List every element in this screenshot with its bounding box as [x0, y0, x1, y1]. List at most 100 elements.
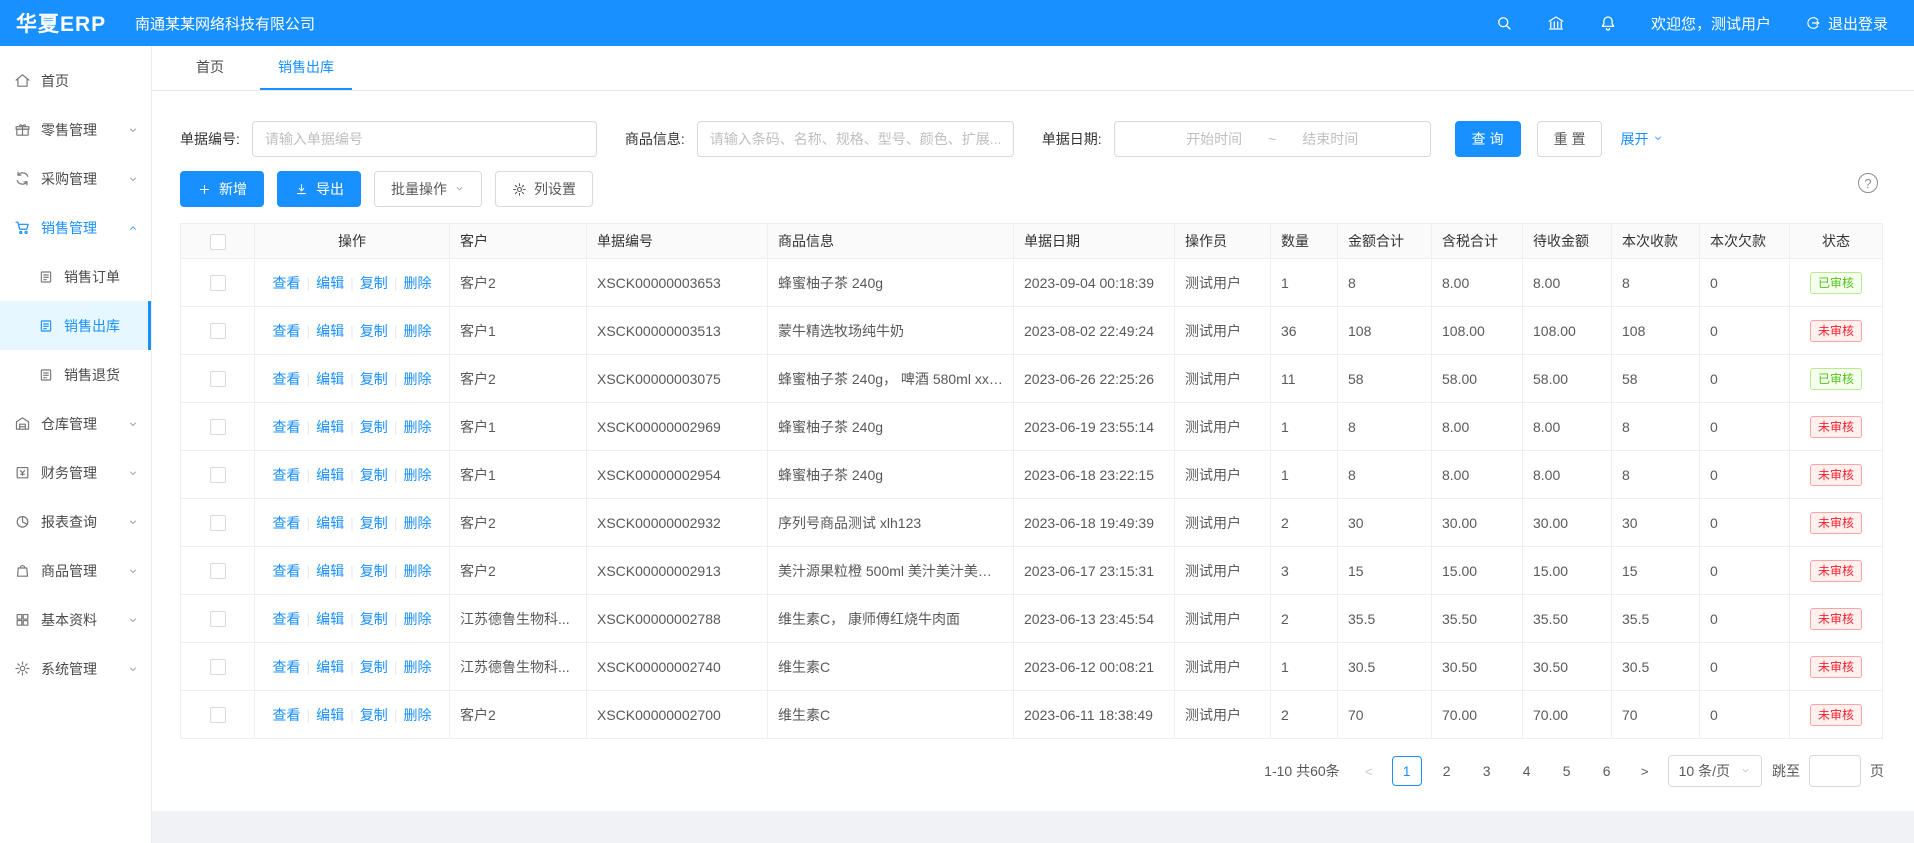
action-link-copy[interactable]: 复制: [354, 657, 394, 677]
action-link-view[interactable]: 查看: [267, 705, 307, 725]
sidebar-subitem-sales-order[interactable]: 销售订单: [0, 252, 151, 301]
cell-customer: 江苏德鲁生物科...: [450, 595, 587, 643]
bell-icon: [1599, 14, 1617, 32]
row-checkbox[interactable]: [210, 323, 226, 339]
row-checkbox[interactable]: [210, 371, 226, 387]
action-link-copy[interactable]: 复制: [354, 369, 394, 389]
sidebar-subitem-sales-return[interactable]: 销售退货: [0, 350, 151, 399]
cell-received: 30: [1612, 499, 1700, 547]
sidebar-item-system[interactable]: 系统管理: [0, 644, 151, 693]
action-link-view[interactable]: 查看: [267, 465, 307, 485]
sidebar-item-home[interactable]: 首页: [0, 56, 151, 105]
column-settings-button[interactable]: 列设置: [495, 171, 593, 207]
cell-qty: 1: [1271, 643, 1338, 691]
cell-tax_total: 35.50: [1432, 595, 1523, 643]
action-link-edit[interactable]: 编辑: [310, 369, 350, 389]
search-icon[interactable]: [1495, 14, 1513, 32]
select-all-checkbox[interactable]: [210, 234, 226, 250]
sidebar-item-goods[interactable]: 商品管理: [0, 546, 151, 595]
row-checkbox[interactable]: [210, 563, 226, 579]
prev-page-button[interactable]: <: [1356, 764, 1382, 779]
action-link-copy[interactable]: 复制: [354, 561, 394, 581]
bill-no-input[interactable]: [252, 121, 597, 157]
page-number-5[interactable]: 5: [1552, 756, 1582, 786]
product-input[interactable]: [697, 121, 1014, 157]
action-link-delete[interactable]: 删除: [397, 273, 437, 293]
sidebar-item-retail[interactable]: 零售管理: [0, 105, 151, 154]
action-link-view[interactable]: 查看: [267, 273, 307, 293]
action-link-edit[interactable]: 编辑: [310, 465, 350, 485]
row-checkbox[interactable]: [210, 275, 226, 291]
action-link-copy[interactable]: 复制: [354, 513, 394, 533]
action-link-delete[interactable]: 删除: [397, 465, 437, 485]
action-link-edit[interactable]: 编辑: [310, 513, 350, 533]
search-button[interactable]: 查 询: [1455, 121, 1521, 157]
jump-page-input[interactable]: [1809, 755, 1861, 787]
help-button[interactable]: ?: [1858, 173, 1878, 193]
sidebar-item-purchase[interactable]: 采购管理: [0, 154, 151, 203]
action-link-edit[interactable]: 编辑: [310, 417, 350, 437]
row-checkbox[interactable]: [210, 515, 226, 531]
action-link-view[interactable]: 查看: [267, 513, 307, 533]
sidebar-item-finance[interactable]: 财务管理: [0, 448, 151, 497]
action-link-copy[interactable]: 复制: [354, 273, 394, 293]
action-link-delete[interactable]: 删除: [397, 369, 437, 389]
row-checkbox[interactable]: [210, 611, 226, 627]
action-link-edit[interactable]: 编辑: [310, 321, 350, 341]
page-size-select[interactable]: 10 条/页: [1668, 755, 1762, 787]
cell-qty: 1: [1271, 259, 1338, 307]
date-range-input[interactable]: 开始时间 ~ 结束时间: [1114, 121, 1431, 157]
export-button[interactable]: 导出: [277, 171, 361, 207]
reset-button[interactable]: 重 置: [1537, 121, 1603, 157]
sidebar-item-report[interactable]: 报表查询: [0, 497, 151, 546]
action-link-delete[interactable]: 删除: [397, 513, 437, 533]
action-link-view[interactable]: 查看: [267, 609, 307, 629]
expand-link[interactable]: 展开: [1620, 129, 1664, 149]
tab-sales-outbound[interactable]: 销售出库: [260, 46, 352, 90]
batch-actions-button[interactable]: 批量操作: [374, 171, 482, 207]
platform-icon[interactable]: [1547, 14, 1565, 32]
action-link-edit[interactable]: 编辑: [310, 705, 350, 725]
table-row: 查看|编辑|复制|删除江苏德鲁生物科...XSCK00000002740维生素C…: [181, 643, 1883, 691]
action-link-edit[interactable]: 编辑: [310, 609, 350, 629]
action-link-copy[interactable]: 复制: [354, 465, 394, 485]
next-page-button[interactable]: >: [1632, 764, 1658, 779]
action-link-delete[interactable]: 删除: [397, 561, 437, 581]
action-link-delete[interactable]: 删除: [397, 609, 437, 629]
row-checkbox[interactable]: [210, 419, 226, 435]
page-number-6[interactable]: 6: [1592, 756, 1622, 786]
logout-button[interactable]: 退出登录: [1805, 13, 1888, 34]
page-number-3[interactable]: 3: [1472, 756, 1502, 786]
page-number-1[interactable]: 1: [1392, 756, 1422, 786]
action-link-view[interactable]: 查看: [267, 417, 307, 437]
cell-tax_total: 8.00: [1432, 403, 1523, 451]
action-link-view[interactable]: 查看: [267, 561, 307, 581]
row-checkbox[interactable]: [210, 659, 226, 675]
page-number-4[interactable]: 4: [1512, 756, 1542, 786]
add-button[interactable]: 新增: [180, 171, 264, 207]
page-number-2[interactable]: 2: [1432, 756, 1462, 786]
action-link-delete[interactable]: 删除: [397, 705, 437, 725]
sidebar-item-sales[interactable]: 销售管理: [0, 203, 151, 252]
row-checkbox[interactable]: [210, 707, 226, 723]
action-link-edit[interactable]: 编辑: [310, 273, 350, 293]
action-link-copy[interactable]: 复制: [354, 705, 394, 725]
tab-home[interactable]: 首页: [178, 46, 242, 90]
action-link-delete[interactable]: 删除: [397, 321, 437, 341]
action-link-copy[interactable]: 复制: [354, 321, 394, 341]
sidebar-item-basic[interactable]: 基本资料: [0, 595, 151, 644]
action-link-copy[interactable]: 复制: [354, 417, 394, 437]
action-link-delete[interactable]: 删除: [397, 657, 437, 677]
sidebar-item-warehouse[interactable]: 仓库管理: [0, 399, 151, 448]
row-checkbox[interactable]: [210, 467, 226, 483]
action-link-view[interactable]: 查看: [267, 369, 307, 389]
action-link-view[interactable]: 查看: [267, 657, 307, 677]
action-link-edit[interactable]: 编辑: [310, 657, 350, 677]
bell-icon[interactable]: [1599, 14, 1617, 32]
action-link-edit[interactable]: 编辑: [310, 561, 350, 581]
action-link-view[interactable]: 查看: [267, 321, 307, 341]
action-link-delete[interactable]: 删除: [397, 417, 437, 437]
sidebar-subitem-sales-outbound[interactable]: 销售出库: [0, 301, 151, 350]
action-link-copy[interactable]: 复制: [354, 609, 394, 629]
table-header-row: 操作客户单据编号商品信息单据日期操作员数量金额合计含税合计待收金额本次收款本次欠…: [181, 224, 1883, 259]
